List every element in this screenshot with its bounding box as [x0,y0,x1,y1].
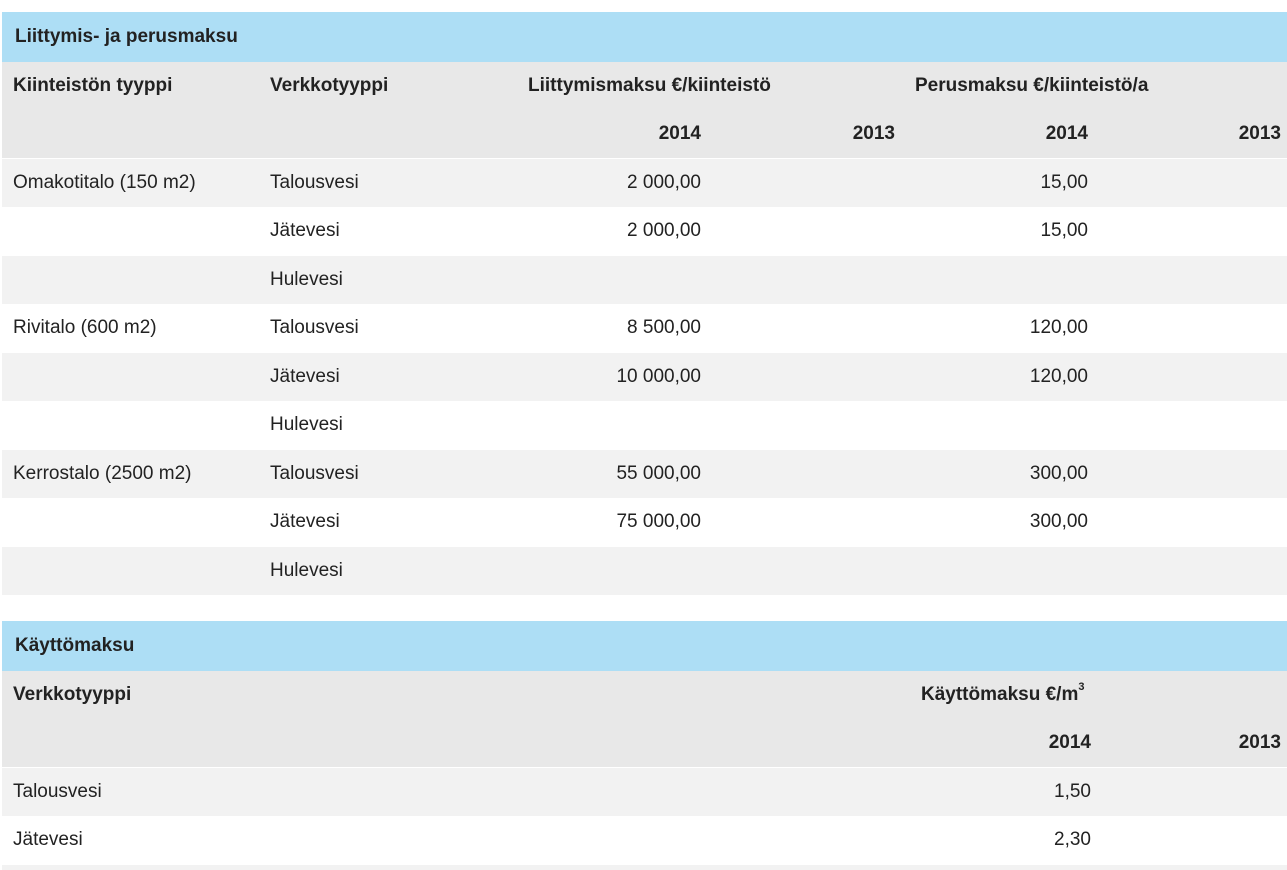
network-type: Jätevesi [13,829,83,850]
connection-fee-2014: 8 500,00 [627,317,701,338]
property-type: Rivitalo (600 m2) [13,317,157,338]
connection-fee-2014: 10 000,00 [616,366,701,387]
table2-year-row: 2014 2013 [2,719,1287,767]
col-header-network-type: Verkkotyyppi [270,75,389,96]
col-header-network-type: Verkkotyyppi [13,684,132,705]
table-row-partial [2,865,1287,870]
table1-header-row: Kiinteistön tyyppi Verkkotyyppi Liittymi… [2,62,1287,110]
usage-fee-label: Käyttömaksu €/m [921,684,1079,705]
usage-fee-2014: 1,50 [1054,781,1091,802]
connection-fee-2014: 2 000,00 [627,220,701,241]
network-type: Jätevesi [270,220,340,241]
network-type: Talousvesi [270,463,359,484]
network-type: Jätevesi [270,366,340,387]
basic-fee-2014: 120,00 [1029,317,1088,338]
year-label: 2013 [1238,123,1281,144]
table-row: Kerrostalo (2500 m2) Talousvesi 55 000,0… [2,450,1287,498]
table-row: Hulevesi [2,256,1287,304]
network-type: Hulevesi [270,560,343,581]
table1-year-row: 2014 2013 2014 2013 [2,110,1287,158]
col-header-property-type: Kiinteistön tyyppi [13,75,173,96]
year-label: 2014 [1045,123,1088,144]
col-header-basic-fee: Perusmaksu €/kiinteistö/a [915,75,1149,96]
property-type: Omakotitalo (150 m2) [13,172,196,193]
year-label: 2014 [1048,732,1091,753]
connection-fee-2014: 75 000,00 [616,511,701,532]
year-label: 2014 [658,123,701,144]
year-label: 2013 [852,123,895,144]
usage-fee-unit-exponent: 3 [1078,680,1085,693]
col-header-connection-fee: Liittymismaksu €/kiinteistö [528,75,771,96]
table-row: Rivitalo (600 m2) Talousvesi 8 500,00 12… [2,304,1287,352]
section-title-fees: Liittymis- ja perusmaksu [2,12,1287,62]
table-row: Hulevesi [2,401,1287,449]
basic-fee-2014: 15,00 [1040,172,1088,193]
basic-fee-2014: 120,00 [1029,366,1088,387]
year-label: 2013 [1238,732,1281,753]
table-row: Jätevesi 75 000,00 300,00 [2,498,1287,546]
table-row: Jätevesi 2 000,00 15,00 [2,207,1287,255]
network-type: Jätevesi [270,511,340,532]
col-header-usage-fee: Käyttömaksu €/m3 [921,671,1084,719]
network-type: Hulevesi [270,269,343,290]
table-row: Talousvesi 1,50 [2,768,1287,816]
section-title-usage-fee: Käyttömaksu [2,621,1287,671]
basic-fee-2014: 300,00 [1029,511,1088,532]
page: Liittymis- ja perusmaksu Kiinteistön tyy… [0,0,1287,870]
connection-fee-2014: 55 000,00 [616,463,701,484]
usage-fee-2014: 2,30 [1054,829,1091,850]
property-type: Kerrostalo (2500 m2) [13,463,192,484]
table2-header-row: Verkkotyyppi Käyttömaksu €/m3 [2,671,1287,719]
table-row: Hulevesi [2,547,1287,595]
connection-fee-2014: 2 000,00 [627,172,701,193]
network-type: Talousvesi [270,317,359,338]
basic-fee-2014: 300,00 [1029,463,1088,484]
network-type: Talousvesi [270,172,359,193]
network-type: Talousvesi [13,781,102,802]
table-row: Jätevesi 10 000,00 120,00 [2,353,1287,401]
table-row: Omakotitalo (150 m2) Talousvesi 2 000,00… [2,159,1287,207]
network-type: Hulevesi [270,414,343,435]
table-row: Jätevesi 2,30 [2,816,1287,864]
basic-fee-2014: 15,00 [1040,220,1088,241]
